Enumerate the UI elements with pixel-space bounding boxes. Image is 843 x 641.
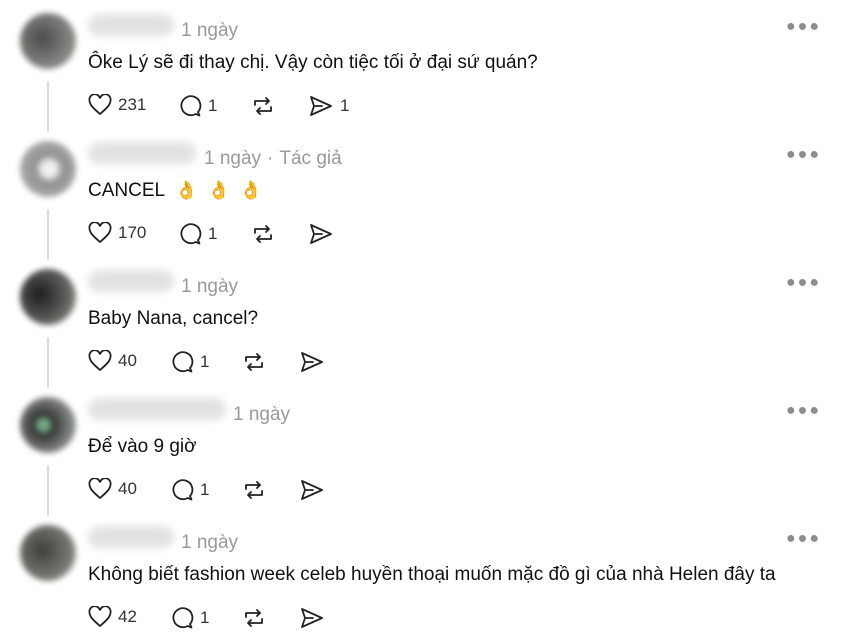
post-time: 1 ngày: [181, 276, 239, 297]
post-text: Baby Nana, cancel?: [88, 308, 259, 329]
repost-icon: [245, 353, 263, 371]
post-text-content: CANCEL: [88, 180, 166, 201]
reply-button[interactable]: 1: [178, 94, 217, 118]
heart-icon: [88, 478, 112, 500]
repost-button[interactable]: [250, 222, 276, 246]
comment-icon: [172, 607, 194, 629]
heart-icon: [88, 94, 112, 116]
username-blurred[interactable]: [88, 14, 174, 36]
heart-icon: [88, 606, 112, 628]
repost-icon: [245, 609, 263, 627]
more-options-icon[interactable]: ●●●: [786, 274, 821, 292]
like-button[interactable]: 40: [88, 478, 137, 500]
reply-button[interactable]: 1: [170, 350, 209, 374]
post-time: 1 ngày: [181, 20, 239, 41]
repost-button[interactable]: [241, 478, 267, 502]
post-1: 1 ngày ●●● Ôke Lý sẽ đi thay chị. Vậy cò…: [0, 0, 843, 132]
repost-icon: [245, 481, 263, 499]
post-4: 1 ngày ●●● Để vào 9 giờ 40 1: [0, 384, 843, 516]
ok-hand-emoji: 👌: [239, 180, 263, 200]
repost-button[interactable]: [250, 94, 276, 118]
send-icon: [301, 608, 323, 628]
share-button[interactable]: 1: [308, 94, 349, 118]
ok-hand-emoji: 👌: [175, 180, 198, 200]
post-5: 1 ngày ●●● Không biết fashion week celeb…: [0, 512, 843, 640]
post-time: 1 ngày: [181, 532, 239, 553]
share-button[interactable]: [308, 222, 334, 246]
avatar[interactable]: [20, 269, 76, 325]
post-2: 1 ngày · Tác giả ●●● CANCEL 👌 👌 👌 170 1: [0, 128, 843, 260]
post-text: CANCEL 👌 👌 👌: [88, 180, 262, 202]
comment-icon: [180, 223, 202, 245]
reply-count: 1: [200, 480, 210, 499]
like-count: 40: [118, 351, 137, 370]
send-icon: [310, 224, 332, 244]
share-button[interactable]: [299, 350, 325, 374]
username-blurred[interactable]: [88, 526, 174, 548]
comment-icon: [180, 95, 202, 117]
send-icon: [301, 480, 323, 500]
thread-line: [47, 466, 49, 516]
avatar[interactable]: [20, 397, 76, 453]
like-count: 40: [118, 479, 137, 498]
reply-count: 1: [208, 96, 218, 115]
like-count: 42: [118, 607, 137, 626]
like-button[interactable]: 40: [88, 350, 137, 372]
repost-icon: [254, 97, 272, 115]
more-options-icon[interactable]: ●●●: [786, 530, 821, 548]
avatar[interactable]: [20, 13, 76, 69]
username-blurred[interactable]: [88, 398, 226, 420]
repost-icon: [254, 225, 272, 243]
more-options-icon[interactable]: ●●●: [786, 146, 821, 164]
share-count: 1: [340, 96, 350, 115]
ok-hand-emoji: 👌: [207, 180, 230, 200]
repost-button[interactable]: [241, 606, 267, 630]
like-button[interactable]: 42: [88, 606, 137, 628]
post-3: 1 ngày ●●● Baby Nana, cancel? 40 1: [0, 256, 843, 388]
avatar[interactable]: [20, 141, 76, 197]
reply-button[interactable]: 1: [178, 222, 217, 246]
post-meta: 1 ngày · Tác giả: [204, 148, 342, 169]
reply-count: 1: [200, 352, 210, 371]
post-text: Không biết fashion week celeb huyền thoạ…: [88, 564, 776, 585]
repost-button[interactable]: [241, 350, 267, 374]
post-meta: 1 ngày: [181, 276, 238, 298]
avatar[interactable]: [20, 525, 76, 581]
heart-icon: [88, 222, 112, 244]
more-options-icon[interactable]: ●●●: [786, 402, 821, 420]
like-count: 170: [118, 223, 147, 242]
username-blurred[interactable]: [88, 270, 174, 292]
reply-count: 1: [208, 224, 218, 243]
post-meta: 1 ngày: [181, 532, 238, 554]
author-tag: Tác giả: [279, 148, 342, 169]
post-meta: 1 ngày: [181, 20, 238, 42]
more-options-icon[interactable]: ●●●: [786, 18, 821, 36]
post-text: Ôke Lý sẽ đi thay chị. Vậy còn tiệc tối …: [88, 52, 538, 73]
comment-icon: [172, 351, 194, 373]
send-icon: [310, 96, 332, 116]
post-time: 1 ngày: [204, 148, 262, 169]
like-button[interactable]: 231: [88, 94, 146, 116]
heart-icon: [88, 350, 112, 372]
like-count: 231: [118, 95, 147, 114]
like-button[interactable]: 170: [88, 222, 146, 244]
thread-line: [47, 338, 49, 388]
username-blurred[interactable]: [88, 142, 196, 164]
post-text: Để vào 9 giờ: [88, 436, 197, 457]
share-button[interactable]: [299, 478, 325, 502]
post-time: 1 ngày: [233, 404, 291, 425]
comment-icon: [172, 479, 194, 501]
send-icon: [301, 352, 323, 372]
share-button[interactable]: [299, 606, 325, 630]
thread-line: [47, 82, 49, 132]
reply-button[interactable]: 1: [170, 478, 209, 502]
reply-button[interactable]: 1: [170, 606, 209, 630]
post-meta: 1 ngày: [233, 404, 290, 426]
reply-count: 1: [200, 608, 210, 627]
thread-line: [47, 210, 49, 260]
